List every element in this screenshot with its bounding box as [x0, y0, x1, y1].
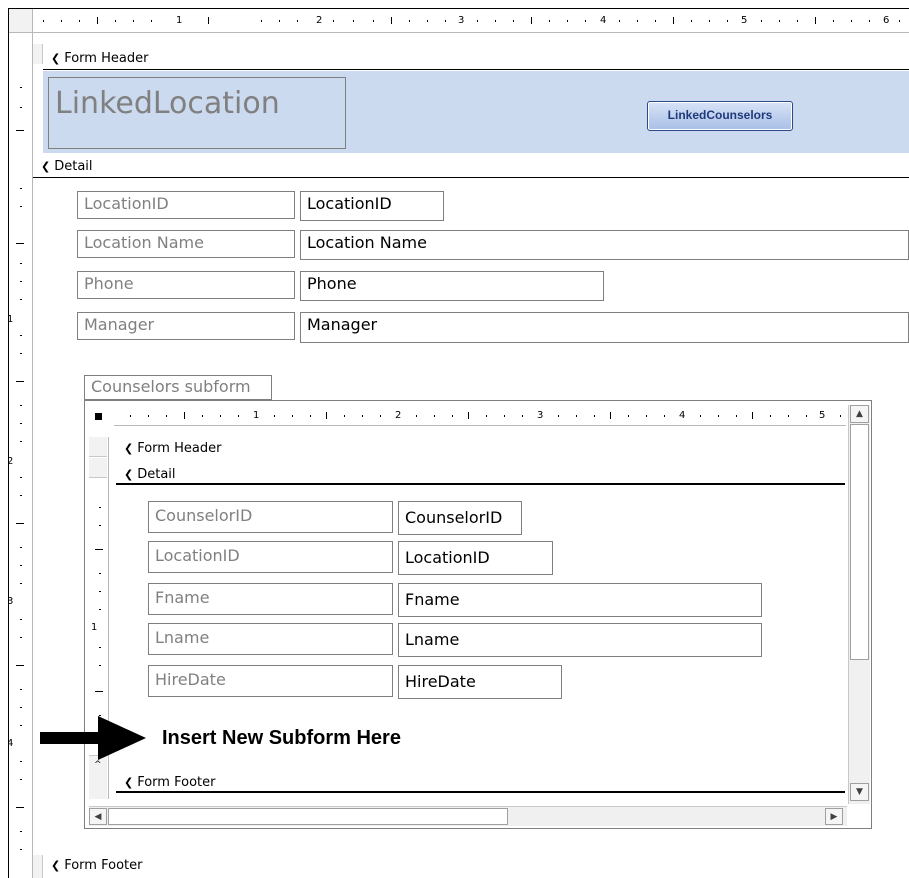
subform-detail-section-bar[interactable]: ❮ Detail: [116, 465, 845, 485]
subform-header-section-bar[interactable]: ❮ Form Header: [116, 439, 845, 459]
ruler-ticks: [43, 17, 900, 24]
counselor-id-label[interactable]: CounselorID: [148, 501, 393, 533]
subform-ruler-mark-4: 4: [679, 410, 686, 421]
section-collapse-icon[interactable]: ❮: [124, 468, 133, 481]
right-arrow-icon: [40, 716, 146, 760]
phone-label[interactable]: Phone: [77, 271, 295, 299]
subform-select-corner[interactable]: [88, 406, 108, 426]
vruler-mark-2: 2: [9, 457, 13, 467]
subform-horizontal-scrollbar[interactable]: ◀ ▶: [89, 806, 847, 826]
detail-section-label: Detail: [54, 159, 93, 174]
detail-section-bar[interactable]: ❮ Detail: [33, 156, 909, 178]
horizontal-scroll-thumb[interactable]: [108, 808, 508, 825]
hiredate-label[interactable]: HireDate: [148, 665, 393, 697]
subform-vertical-scrollbar[interactable]: ▲ ▼: [848, 405, 870, 804]
ruler-mark-5: 5: [741, 15, 748, 26]
subform-detail-label: Detail: [137, 467, 176, 482]
subform-vruler-mark-1: 1: [91, 622, 98, 633]
subform-header-label: Form Header: [137, 441, 222, 456]
subform-footer-section-bar[interactable]: ❮ Form Footer: [116, 773, 845, 793]
counselors-subform-control[interactable]: 1 2 3 4 5 1 ^ ❮ Form Header ❮ Detail Couns…: [84, 400, 872, 829]
lname-textbox[interactable]: Lname: [398, 623, 762, 657]
vruler-mark-4: 4: [9, 739, 13, 749]
ruler-mark-3: 3: [458, 15, 465, 26]
subform-horizontal-ruler[interactable]: 1 2 3 4 5: [114, 406, 846, 426]
scroll-up-icon[interactable]: ▲: [850, 405, 869, 423]
subform-ruler-mark-2: 2: [395, 410, 402, 421]
form-header-section-label: Form Header: [64, 51, 149, 66]
insert-subform-annotation: Insert New Subform Here: [162, 727, 401, 749]
section-collapse-icon[interactable]: ❮: [51, 52, 60, 65]
manager-textbox[interactable]: Manager: [300, 312, 909, 343]
subform-ruler-mark-5: 5: [819, 410, 826, 421]
ruler-mark-1: 1: [176, 15, 183, 26]
location-name-label[interactable]: Location Name: [77, 230, 295, 258]
counselor-id-textbox[interactable]: CounselorID: [398, 501, 522, 535]
ruler-mark-4: 4: [600, 15, 607, 26]
subform-location-id-textbox[interactable]: LocationID: [398, 541, 553, 575]
vruler-mark-3: 3: [9, 597, 13, 607]
form-footer-selector[interactable]: [33, 855, 43, 878]
counselors-subform-label[interactable]: Counselors subform: [84, 375, 272, 400]
fname-textbox[interactable]: Fname: [398, 583, 762, 617]
vruler-mark-1: 1: [9, 315, 13, 325]
scroll-down-icon[interactable]: ▼: [850, 783, 869, 801]
vertical-scroll-thumb[interactable]: [850, 424, 869, 660]
section-collapse-icon[interactable]: ❮: [124, 776, 133, 789]
linked-counselors-button[interactable]: LinkedCounselors: [647, 101, 793, 131]
location-id-textbox[interactable]: LocationID: [300, 191, 444, 221]
select-square-icon: [95, 413, 102, 420]
form-footer-section-label: Form Footer: [64, 858, 143, 873]
form-footer-section-bar[interactable]: ❮ Form Footer: [43, 855, 909, 877]
horizontal-ruler[interactable]: 1 2 3 4 5 6: [33, 9, 909, 33]
subform-ruler-ticks: [130, 412, 841, 419]
phone-textbox[interactable]: Phone: [300, 271, 604, 301]
form-header-area: LinkedLocation LinkedCounselors: [43, 71, 909, 153]
section-collapse-icon[interactable]: ❮: [41, 160, 50, 173]
vertical-ruler[interactable]: 1 2 3 4: [9, 33, 33, 878]
form-title-label[interactable]: LinkedLocation: [48, 77, 346, 149]
ruler-mark-6: 6: [883, 15, 890, 26]
location-id-label[interactable]: LocationID: [77, 191, 295, 219]
scroll-left-icon[interactable]: ◀: [89, 808, 107, 825]
location-name-textbox[interactable]: Location Name: [300, 230, 909, 260]
section-collapse-icon[interactable]: ❮: [124, 442, 133, 455]
subform-ruler-mark-1: 1: [253, 410, 260, 421]
subform-footer-label: Form Footer: [137, 775, 216, 790]
form-header-section-bar[interactable]: ❮ Form Header: [43, 48, 909, 70]
form-header-selector[interactable]: [33, 44, 43, 64]
fname-label[interactable]: Fname: [148, 583, 393, 615]
hiredate-textbox[interactable]: HireDate: [398, 665, 562, 699]
ruler-mark-2: 2: [316, 15, 323, 26]
subform-location-id-label[interactable]: LocationID: [148, 541, 393, 573]
ruler-corner[interactable]: [9, 9, 33, 33]
lname-label[interactable]: Lname: [148, 623, 393, 655]
subform-ruler-mark-3: 3: [537, 410, 544, 421]
manager-label[interactable]: Manager: [77, 312, 295, 340]
section-collapse-icon[interactable]: ❮: [51, 859, 60, 872]
scroll-right-icon[interactable]: ▶: [825, 808, 843, 825]
